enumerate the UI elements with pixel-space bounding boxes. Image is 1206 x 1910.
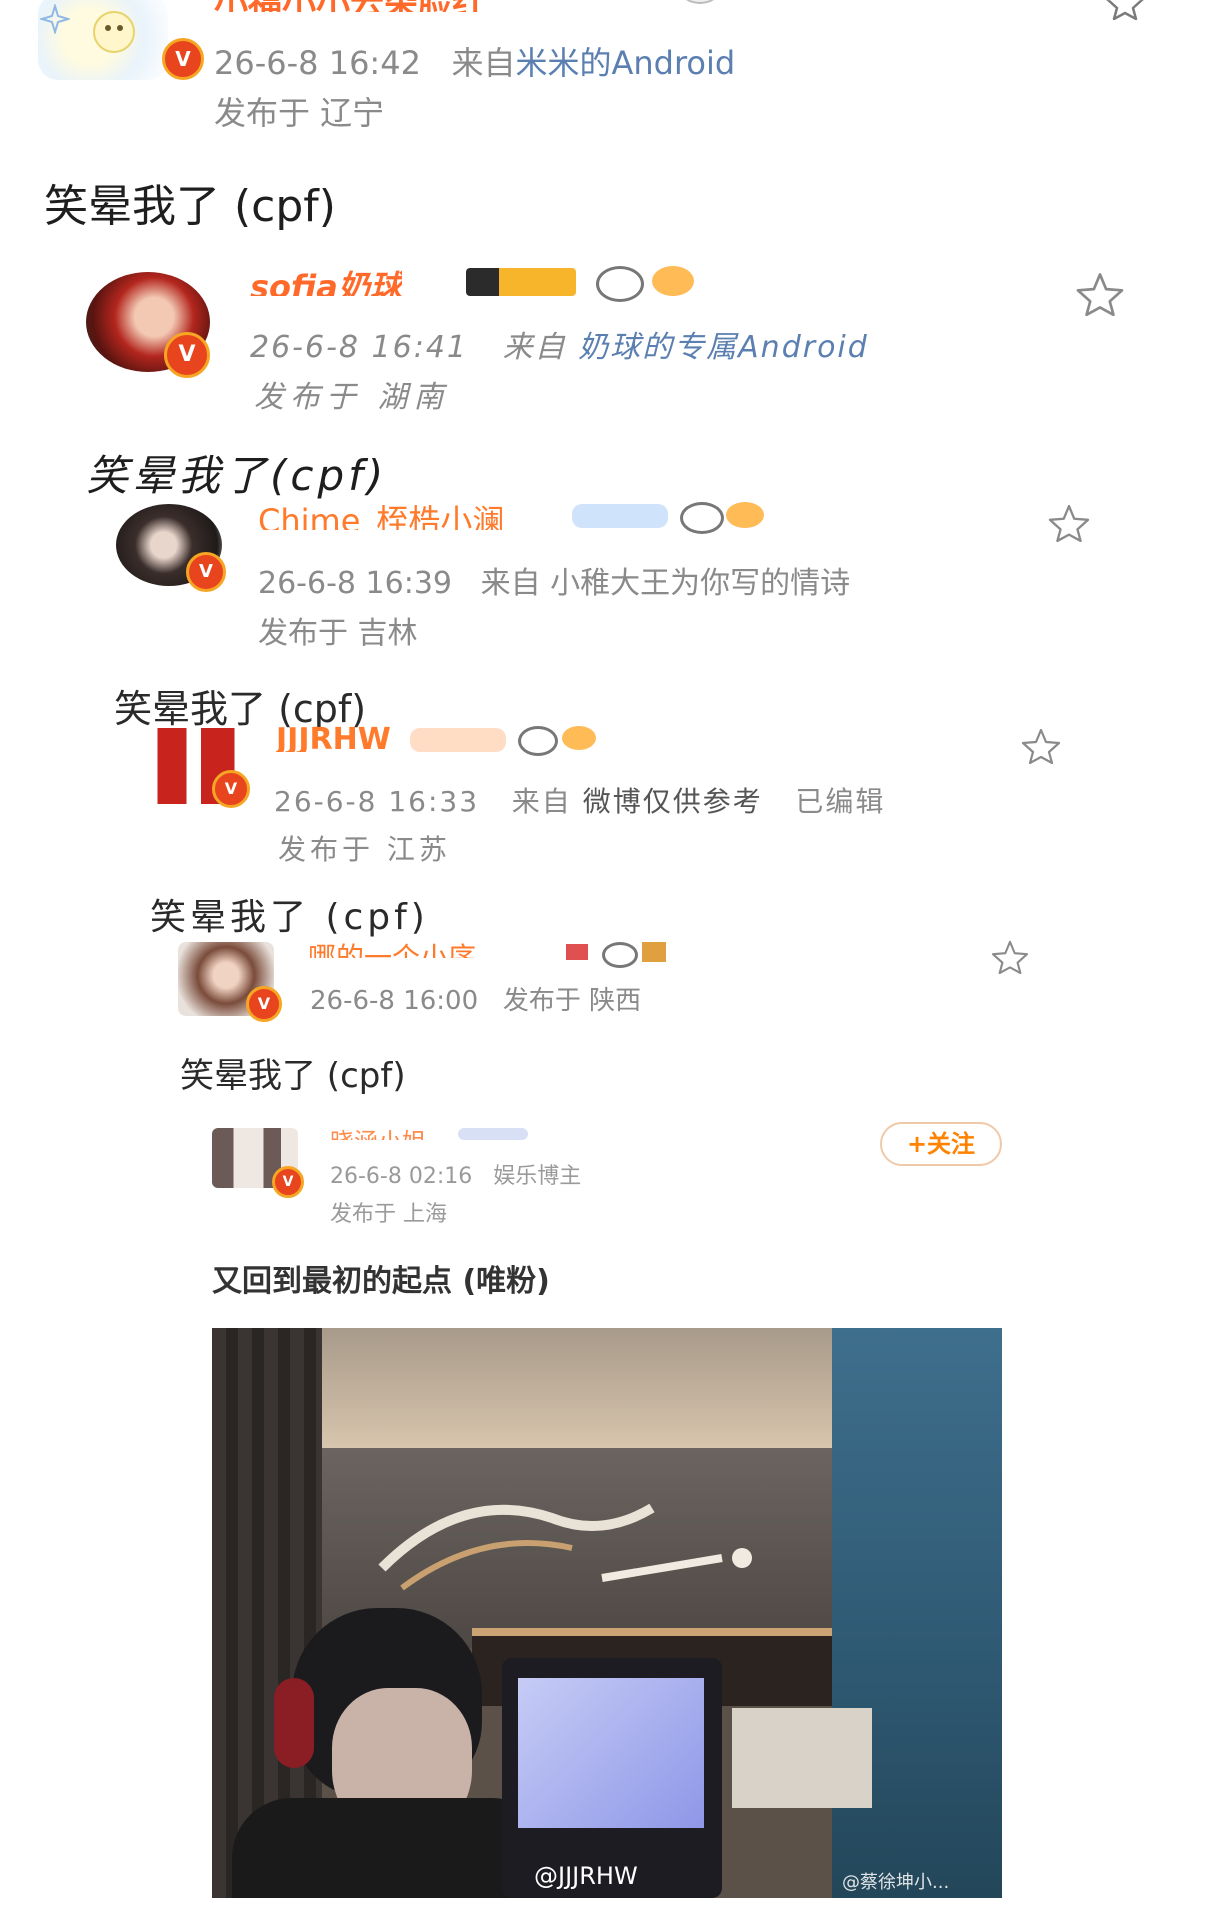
verified-icon: [164, 332, 210, 378]
video-frame[interactable]: @JJJRHW @蔡徐坤小...: [212, 1328, 1002, 1898]
panda-icon: [680, 502, 724, 534]
post-time: 26-6-8 16:41: [250, 330, 468, 365]
verified-icon: [246, 986, 282, 1022]
watermark-left: @JJJRHW: [534, 1862, 638, 1890]
post-time: 26-6-8 16:42: [214, 44, 421, 82]
post-location: 发布于 吉林: [258, 616, 418, 651]
source-link[interactable]: 米米的Android: [515, 44, 735, 82]
avatar[interactable]: [148, 728, 250, 808]
avatar[interactable]: [86, 272, 210, 378]
level-badge-icon: [466, 268, 586, 298]
star-icon[interactable]: [990, 940, 1030, 974]
verified-icon: [186, 552, 226, 592]
level-badge-icon: [572, 504, 668, 528]
edited-label: 已编辑: [795, 785, 886, 818]
post-meta: 26-6-8 16:00 发布于 陕西: [310, 980, 641, 1017]
source-prefix: 来自: [480, 566, 541, 601]
sun-icon: [652, 266, 694, 296]
source-prefix: 来自: [502, 330, 567, 365]
follow-button[interactable]: +关注: [880, 1122, 1002, 1166]
level-badge-icon: [458, 1128, 528, 1140]
source-prefix: 来自: [451, 44, 516, 82]
post-time: 26-6-8 16:33: [274, 785, 480, 818]
post-meta: 26-6-8 16:39 来自 小稚大王为你写的情诗: [258, 558, 850, 602]
post-text: 笑晕我了(cpf): [86, 451, 388, 500]
post-location: 发布于 江苏: [278, 833, 451, 866]
sparkle-icon: [40, 4, 70, 34]
username[interactable]: sofia奶球: [250, 262, 402, 296]
star-icon[interactable]: [1020, 728, 1062, 764]
star-icon[interactable]: [1104, 0, 1146, 20]
post-meta: 26-6-8 16:42 来自米米的Android: [214, 38, 735, 84]
sun-icon: [562, 726, 596, 750]
bed: [732, 1708, 872, 1808]
star-icon[interactable]: [1046, 504, 1092, 542]
post-text: 笑晕我了 (cpf): [44, 181, 336, 232]
avatar[interactable]: [178, 942, 282, 1022]
post-location: 发布于 辽宁: [214, 94, 385, 132]
sun-icon: [726, 502, 764, 528]
avatar[interactable]: [116, 504, 226, 592]
post-time: 26-6-8 16:39: [258, 566, 452, 601]
username[interactable]: 哪的一个小序: [308, 936, 476, 958]
source-link[interactable]: 微博仅供参考: [583, 785, 763, 818]
post-time: 26-6-8 02:16: [330, 1164, 473, 1189]
username[interactable]: Chime_桎梏小澜: [258, 496, 504, 530]
laptop-screen: [518, 1678, 704, 1828]
panda-icon: [518, 726, 558, 756]
post-location: 发布于 上海: [330, 1202, 447, 1227]
flower-icon: [93, 11, 135, 53]
blogger-tag: 娱乐博主: [493, 1164, 582, 1189]
post-meta: 26-6-8 02:16 娱乐博主: [330, 1158, 581, 1190]
level-badge-icon: [566, 944, 588, 960]
post-text: 笑晕我了 (cpf): [150, 897, 429, 938]
headphone-icon: [274, 1678, 314, 1768]
verified-icon: [162, 38, 204, 80]
panda-icon: [596, 266, 644, 302]
post-time: 26-6-8 16:00: [310, 986, 479, 1016]
source-link[interactable]: 小稚大王为你写的情诗: [550, 566, 850, 601]
post-text: 笑晕我了 (cpf): [180, 1056, 406, 1096]
post-meta: 26-6-8 16:33 来自 微博仅供参考 已编辑: [274, 780, 885, 820]
star-icon[interactable]: [1074, 272, 1126, 316]
post-text: 又回到最初的起点 (唯粉): [212, 1264, 550, 1299]
emoji-badges: [530, 0, 770, 8]
watermark-right: @蔡徐坤小...: [842, 1872, 950, 1893]
verified-icon: [212, 770, 250, 808]
verified-icon: [272, 1166, 304, 1198]
level-badge-icon: [410, 728, 506, 752]
username[interactable]: 晓涵小姐: [330, 1122, 426, 1140]
avatar[interactable]: [38, 0, 204, 80]
window: [832, 1328, 1002, 1898]
post-location: 发布于 陕西: [502, 986, 642, 1016]
panda-icon: [602, 942, 638, 968]
source-prefix: 来自: [511, 785, 572, 818]
sun-icon: [642, 942, 666, 962]
post-location: 发布于 湖南: [254, 380, 450, 415]
username[interactable]: JJJRHW: [276, 722, 391, 752]
post-meta: 26-6-8 16:41 来自 奶球的专属Android: [250, 322, 869, 366]
avatar[interactable]: [212, 1128, 304, 1198]
source-link[interactable]: 奶球的专属Android: [578, 330, 869, 365]
username[interactable]: 小福小小云朵脸红: [214, 0, 486, 12]
